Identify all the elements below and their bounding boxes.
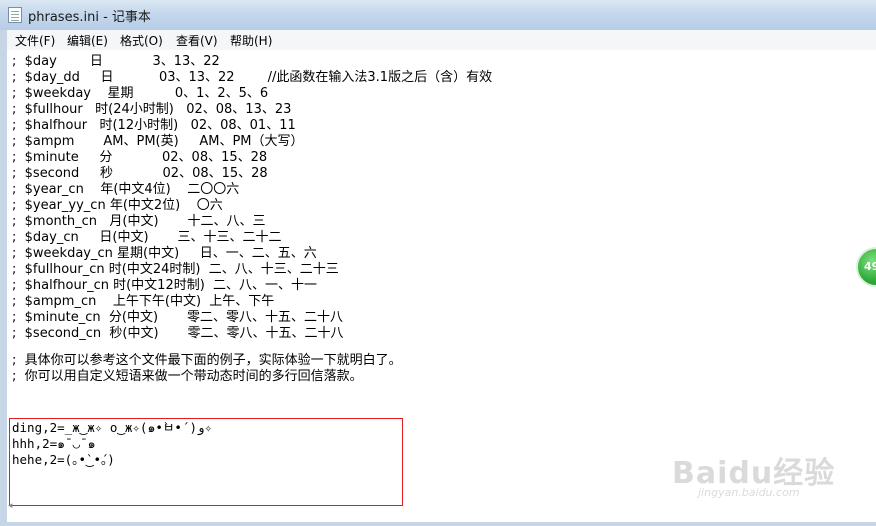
window-title: phrases.ini - 记事本	[28, 10, 151, 25]
text-line: ; $fullhour 时(24小时制) 02、08、13、23	[12, 102, 292, 117]
baidu-watermark: Baidu经验 jingyan.baidu.com	[672, 448, 852, 508]
text-line: ; $day 日 3、13、22	[12, 54, 220, 69]
text-line: ; $second 秒 02、08、15、28	[12, 166, 268, 181]
text-line: ; $ampm AM、PM(英) AM、PM（大写）	[12, 134, 304, 149]
text-line: ; $month_cn 月(中文) 十二、八、三	[12, 214, 266, 229]
text-line: ; 你可以用自定义短语来做一个带动态时间的多行回信落款。	[12, 369, 363, 384]
scroll-left-arrow-icon[interactable]: ◂	[8, 501, 16, 511]
menu-bar: 文件(F) 编辑(E) 格式(O) 查看(V) 帮助(H)	[7, 30, 876, 51]
text-line: ; $weekday_cn 星期(中文) 日、一、二、五、六	[12, 246, 317, 261]
title-bar: phrases.ini - 记事本	[0, 0, 876, 30]
watermark-url: jingyan.baidu.com	[698, 486, 800, 499]
text-line: ; $year_cn 年(中文4位) 二〇〇六	[12, 182, 240, 197]
text-line: ; $fullhour_cn 时(中文24时制) 二、八、十三、二十三	[12, 262, 339, 277]
text-line: ; $year_yy_cn 年(中文2位) 〇六	[12, 198, 223, 213]
menu-file[interactable]: 文件(F)	[15, 32, 55, 49]
text-line: ; $day_cn 日(中文) 三、十三、二十二	[12, 230, 282, 245]
text-line: ; $halfhour 时(12小时制) 02、08、01、11	[12, 118, 296, 133]
text-line: ; $minute 分 02、08、15、28	[12, 150, 268, 165]
text-line: ; $halfhour_cn 时(中文12时制) 二、八、一、十一	[12, 278, 318, 293]
notepad-icon	[8, 7, 22, 23]
text-line: ; $second_cn 秒(中文) 零二、零八、十五、二十八	[12, 326, 344, 341]
floating-badge-label: 49	[864, 260, 876, 273]
text-line: ; $minute_cn 分(中文) 零二、零八、十五、二十八	[12, 310, 343, 325]
text-line: ; $day_dd 日 03、13、22 //此函数在输入法3.1版之后（含）有…	[12, 70, 493, 85]
text-line: ; 具体你可以参考这个文件最下面的例子，实际体验一下就明白了。	[12, 353, 402, 368]
menu-help[interactable]: 帮助(H)	[230, 32, 272, 49]
menu-format[interactable]: 格式(O)	[120, 32, 163, 49]
text-line: ; $weekday 星期 0、1、2、5、6	[12, 86, 269, 101]
menu-view[interactable]: 查看(V)	[176, 32, 218, 49]
menu-edit[interactable]: 编辑(E)	[67, 32, 108, 49]
text-line: ; $ampm_cn 上午下午(中文) 上午、下午	[12, 294, 275, 309]
highlight-rectangle	[9, 418, 403, 506]
